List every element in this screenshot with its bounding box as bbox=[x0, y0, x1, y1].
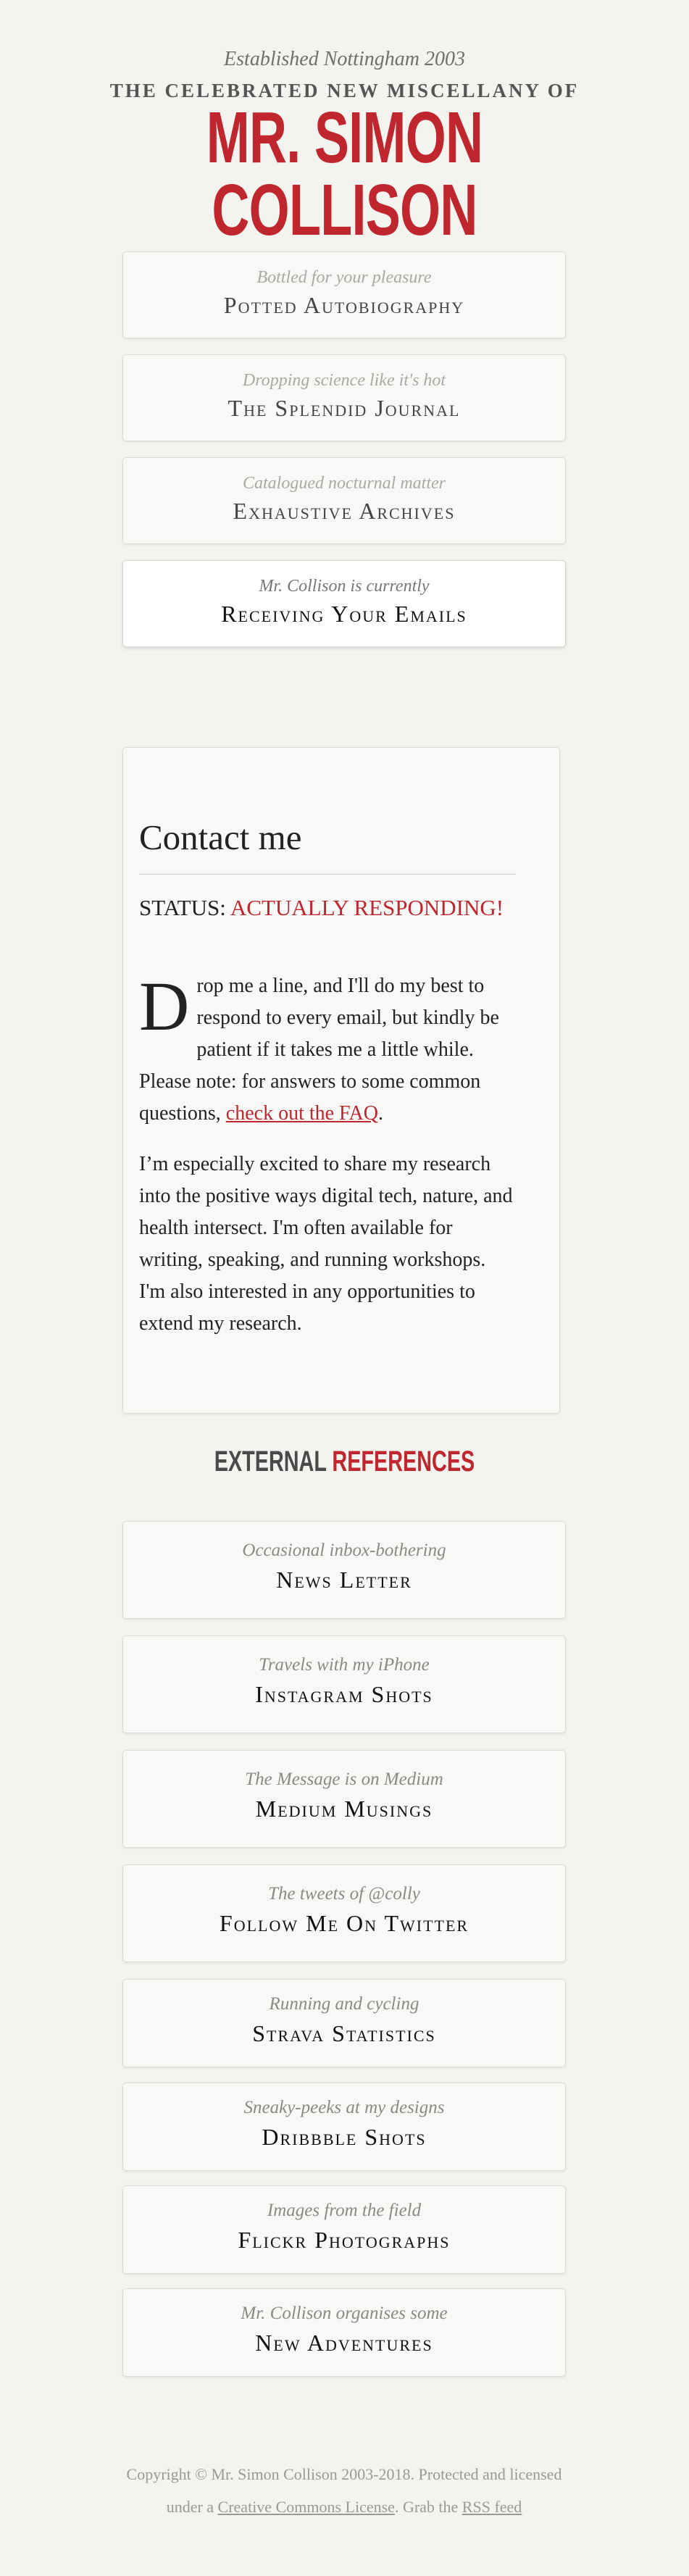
ref-card-title: Strava Statistics bbox=[252, 2020, 436, 2046]
ref-card-title: New Adventures bbox=[255, 2330, 433, 2356]
nav-card-subtitle: Mr. Collison is currently bbox=[259, 577, 430, 596]
ref-card-subtitle: The Message is on Medium bbox=[245, 1770, 443, 1789]
ref-card-dribbble[interactable]: Sneaky-peeks at my designs Dribbble Shot… bbox=[122, 2083, 566, 2171]
ref-card-subtitle: The tweets of @colly bbox=[268, 1884, 420, 1904]
ref-card-subtitle: Travels with my iPhone bbox=[259, 1655, 430, 1675]
site-footer: Copyright © Mr. Simon Collison 2003-2018… bbox=[122, 2458, 566, 2523]
nav-card-archives[interactable]: Catalogued nocturnal matter Exhaustive A… bbox=[122, 457, 566, 544]
ref-card-title: Medium Musings bbox=[255, 1796, 433, 1822]
creative-commons-link[interactable]: Creative Commons License bbox=[218, 2498, 395, 2516]
ref-card-title: Dribbble Shots bbox=[262, 2124, 427, 2150]
ref-card-subtitle: Running and cycling bbox=[269, 1994, 419, 2014]
nav-card-autobiography[interactable]: Bottled for your pleasure Potted Autobio… bbox=[122, 251, 566, 338]
ref-card-medium[interactable]: The Message is on Medium Medium Musings bbox=[122, 1750, 566, 1848]
ref-card-subtitle: Sneaky-peeks at my designs bbox=[243, 2098, 445, 2117]
intro-end: . bbox=[378, 1102, 383, 1125]
status-line: STATUS: ACTUALLY RESPONDING! bbox=[139, 895, 516, 921]
faq-link[interactable]: check out the FAQ bbox=[226, 1102, 378, 1125]
ref-card-new-adventures[interactable]: Mr. Collison organises some New Adventur… bbox=[122, 2288, 566, 2377]
nav-card-title: Exhaustive Archives bbox=[233, 498, 456, 524]
external-references-heading: EXTERNAL REFERENCES bbox=[96, 1446, 593, 1478]
nav-card-title: Receiving Your Emails bbox=[221, 601, 467, 627]
nav-card-journal[interactable]: Dropping science like it's hot The Splen… bbox=[122, 354, 566, 441]
nav-card-subtitle: Catalogued nocturnal matter bbox=[243, 474, 446, 493]
ref-card-title: News Letter bbox=[276, 1567, 412, 1593]
nav-card-subtitle: Dropping science like it's hot bbox=[242, 371, 446, 390]
ref-card-subtitle: Images from the field bbox=[267, 2201, 422, 2220]
footer-grab: . Grab the bbox=[394, 2498, 462, 2516]
research-paragraph: I’m especially excited to share my resea… bbox=[139, 1153, 513, 1335]
ref-card-title: Follow Me On Twitter bbox=[219, 1910, 469, 1936]
contact-panel: Contact me STATUS: ACTUALLY RESPONDING! … bbox=[122, 747, 560, 1414]
heading-part-external: EXTERNAL bbox=[214, 1446, 327, 1477]
established-line: Established Nottingham 2003 bbox=[224, 48, 465, 70]
ref-card-twitter[interactable]: The tweets of @colly Follow Me On Twitte… bbox=[122, 1864, 566, 1962]
status-value: ACTUALLY RESPONDING! bbox=[230, 895, 504, 920]
nav-card-contact[interactable]: Mr. Collison is currently Receiving Your… bbox=[122, 560, 566, 647]
contact-heading: Contact me bbox=[139, 817, 516, 875]
ref-card-subtitle: Occasional inbox-bothering bbox=[242, 1541, 446, 1560]
ref-card-flickr[interactable]: Images from the field Flickr Photographs bbox=[122, 2185, 566, 2274]
heading-part-references: REFERENCES bbox=[332, 1446, 475, 1477]
contact-intro-paragraph: Drop me a line, and I'll do my best to r… bbox=[139, 970, 516, 1130]
ref-card-title: Instagram Shots bbox=[255, 1681, 433, 1707]
drop-cap: D bbox=[139, 967, 190, 1045]
ref-card-newsletter[interactable]: Occasional inbox-bothering News Letter bbox=[122, 1521, 566, 1619]
ref-card-strava[interactable]: Running and cycling Strava Statistics bbox=[122, 1979, 566, 2067]
site-logo-name[interactable]: MR. SIMON COLLISON bbox=[96, 101, 593, 246]
nav-card-title: The Splendid Journal bbox=[227, 395, 461, 421]
nav-card-title: Potted Autobiography bbox=[223, 292, 465, 318]
ref-card-instagram[interactable]: Travels with my iPhone Instagram Shots bbox=[122, 1635, 566, 1733]
ref-card-title: Flickr Photographs bbox=[238, 2227, 451, 2253]
nav-card-subtitle: Bottled for your pleasure bbox=[256, 268, 432, 287]
status-label: STATUS: bbox=[139, 895, 226, 920]
ref-card-subtitle: Mr. Collison organises some bbox=[241, 2304, 448, 2323]
rss-feed-link[interactable]: RSS feed bbox=[462, 2498, 522, 2516]
